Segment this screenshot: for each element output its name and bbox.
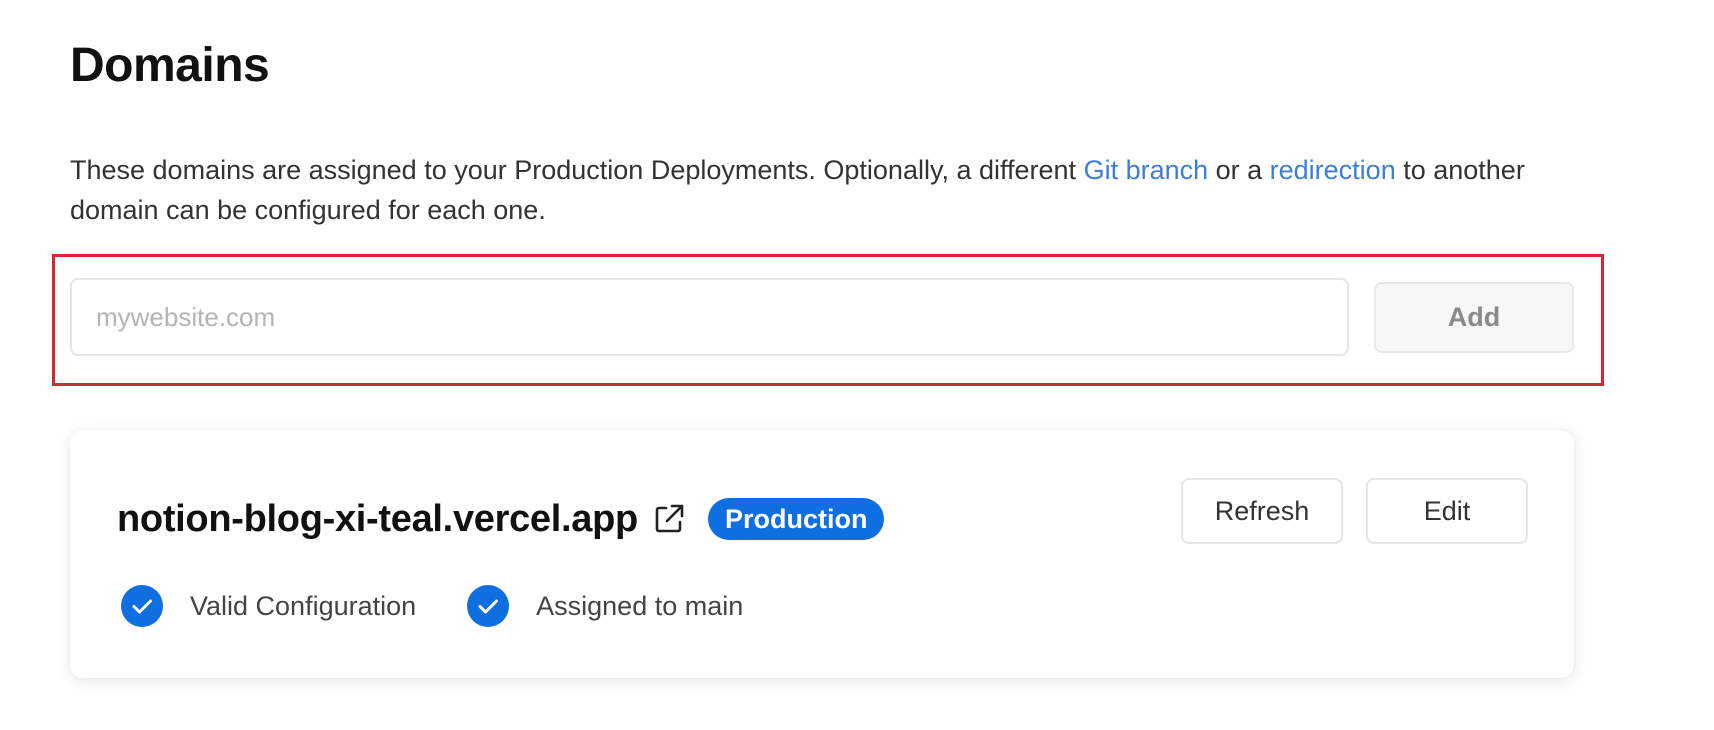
check-circle-icon (466, 584, 510, 628)
edit-button[interactable]: Edit (1366, 478, 1528, 544)
status-label: Valid Configuration (190, 590, 417, 621)
description-text-1: These domains are assigned to your Produ… (70, 155, 1084, 185)
domain-input[interactable] (70, 278, 1349, 356)
status-list: Valid Configuration Assigned to main (120, 584, 793, 628)
add-domain-button[interactable]: Add (1374, 282, 1574, 353)
external-link-icon[interactable] (652, 502, 686, 536)
description-text-2: or a (1208, 155, 1270, 185)
page-description: These domains are assigned to your Produ… (70, 150, 1590, 230)
domains-page: Domains These domains are assigned to yo… (0, 0, 1714, 730)
page-title: Domains (70, 39, 270, 92)
redirection-link[interactable]: redirection (1270, 155, 1396, 185)
domain-name-link[interactable]: notion-blog-xi-teal.vercel.app (117, 498, 638, 541)
status-item-assigned-branch: Assigned to main (466, 584, 743, 628)
check-circle-icon (120, 584, 164, 628)
git-branch-link[interactable]: Git branch (1084, 155, 1209, 185)
production-badge: Production (707, 498, 885, 540)
status-item-valid-configuration: Valid Configuration (120, 584, 416, 628)
domain-header: notion-blog-xi-teal.vercel.app Productio… (117, 492, 885, 546)
domain-card: notion-blog-xi-teal.vercel.app Productio… (70, 430, 1574, 678)
status-label: Assigned to main (536, 590, 744, 621)
refresh-button[interactable]: Refresh (1181, 478, 1343, 544)
